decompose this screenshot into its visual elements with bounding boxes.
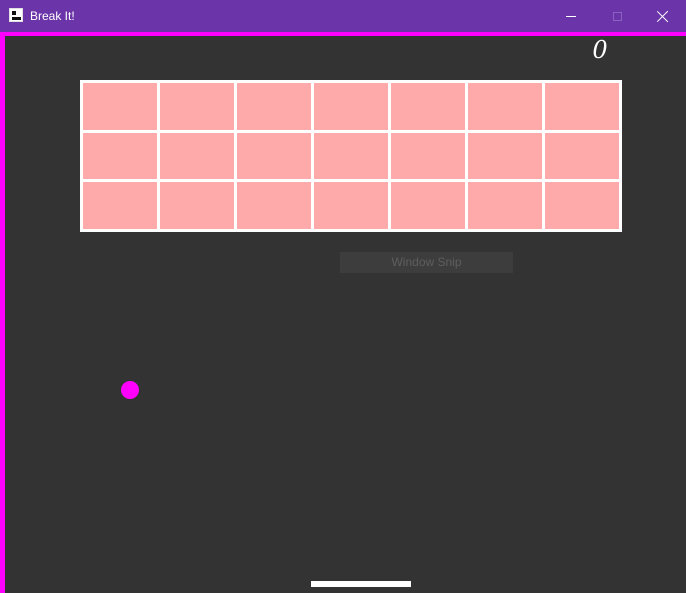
brick [237,83,311,130]
maximize-icon [612,11,622,21]
top-wall [0,32,686,36]
maximize-button[interactable] [594,0,640,32]
minimize-icon [566,15,576,17]
brick [160,83,234,130]
score-display: 0 [592,36,608,64]
brick [314,182,388,229]
brick [314,83,388,130]
game-window: Break It! 0 Window Snip [0,0,686,593]
window-title: Break It! [30,9,75,23]
title-bar[interactable]: Break It! [0,0,686,32]
ball [121,381,139,399]
brick [160,182,234,229]
brick [83,182,157,229]
brick [237,132,311,180]
brick [545,182,619,229]
brick [83,83,157,130]
brick [391,83,465,130]
brick [237,182,311,229]
brick [83,132,157,180]
brick [160,132,234,180]
brick [468,83,542,130]
paddle[interactable] [311,581,411,587]
window-snip-overlay: Window Snip [340,252,513,273]
minimize-button[interactable] [548,0,594,32]
brick [468,182,542,229]
game-canvas[interactable]: 0 Window Snip [0,32,686,593]
close-icon [657,10,669,22]
app-icon [9,8,23,22]
brick [545,83,619,130]
left-wall [0,32,5,593]
brick-grid [80,80,622,232]
brick [468,132,542,180]
brick [391,132,465,180]
brick [391,182,465,229]
brick [545,132,619,180]
brick [314,132,388,180]
close-button[interactable] [640,0,686,32]
